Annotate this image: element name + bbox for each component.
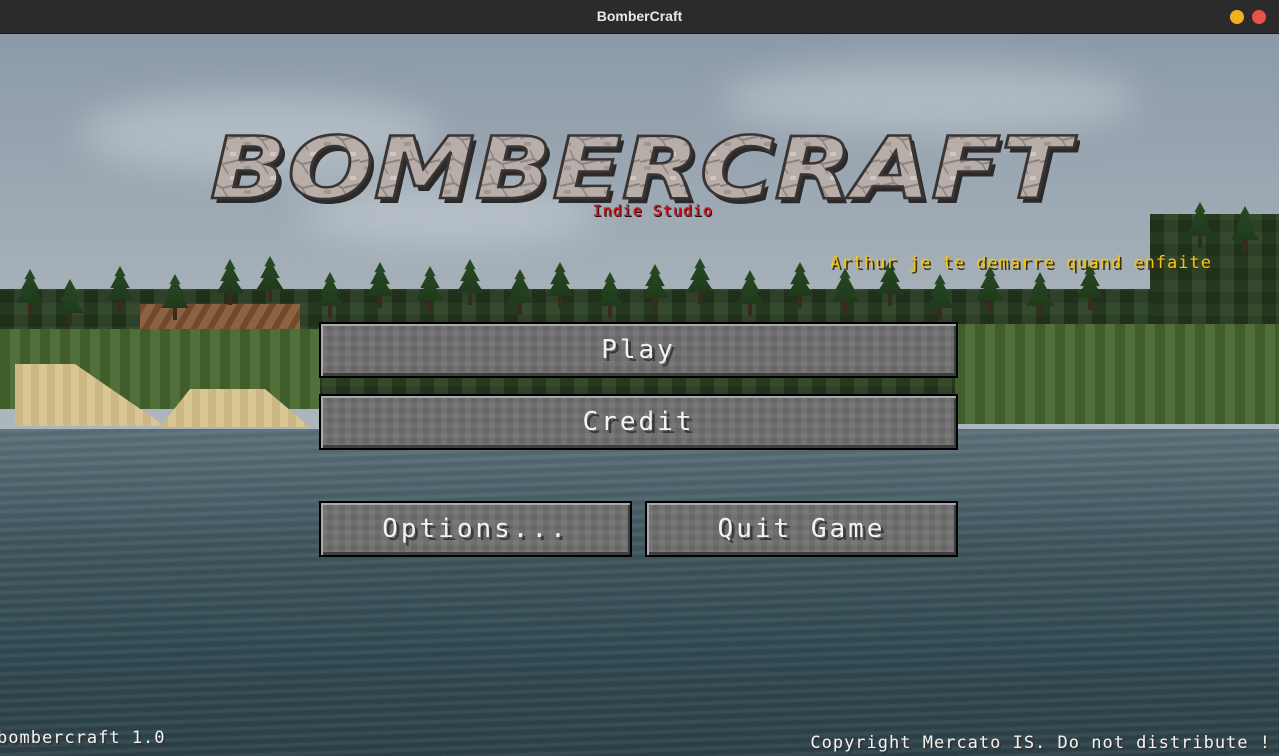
copyright-label: Copyright Mercato IS. Do not distribute …	[810, 733, 1271, 753]
window-title: BomberCraft	[596, 8, 683, 24]
water	[0, 429, 1279, 756]
grass	[955, 324, 1279, 424]
options-button-label: Options...	[382, 514, 569, 544]
play-button-label: Play	[601, 335, 676, 365]
title-bar: BomberCraft	[0, 0, 1279, 34]
version-label: bombercraft 1.0	[0, 728, 166, 748]
close-button[interactable]	[1252, 10, 1266, 24]
logo-text: BOMBERCRAFT	[210, 126, 1077, 206]
menu-background: BOMBERCRAFT BOMBERCRAFT Indie Studio Art…	[0, 34, 1279, 756]
credit-button[interactable]: Credit	[319, 394, 958, 450]
splash-text: Arthur je te demarre quand enfaite	[830, 253, 1212, 273]
bombercraft-logo: BOMBERCRAFT BOMBERCRAFT	[209, 126, 1080, 206]
quit-game-button[interactable]: Quit Game	[645, 501, 958, 557]
quit-game-button-label: Quit Game	[717, 514, 886, 544]
play-button[interactable]: Play	[319, 322, 958, 378]
logo-subtitle: Indie Studio	[592, 202, 714, 220]
credit-button-label: Credit	[582, 407, 695, 437]
options-button[interactable]: Options...	[319, 501, 632, 557]
game-window: BomberCraft BOMBERCRAFT BOMBERCRAFT Indi…	[0, 0, 1279, 756]
minimize-button[interactable]	[1230, 10, 1244, 24]
cloud	[720, 64, 1140, 134]
